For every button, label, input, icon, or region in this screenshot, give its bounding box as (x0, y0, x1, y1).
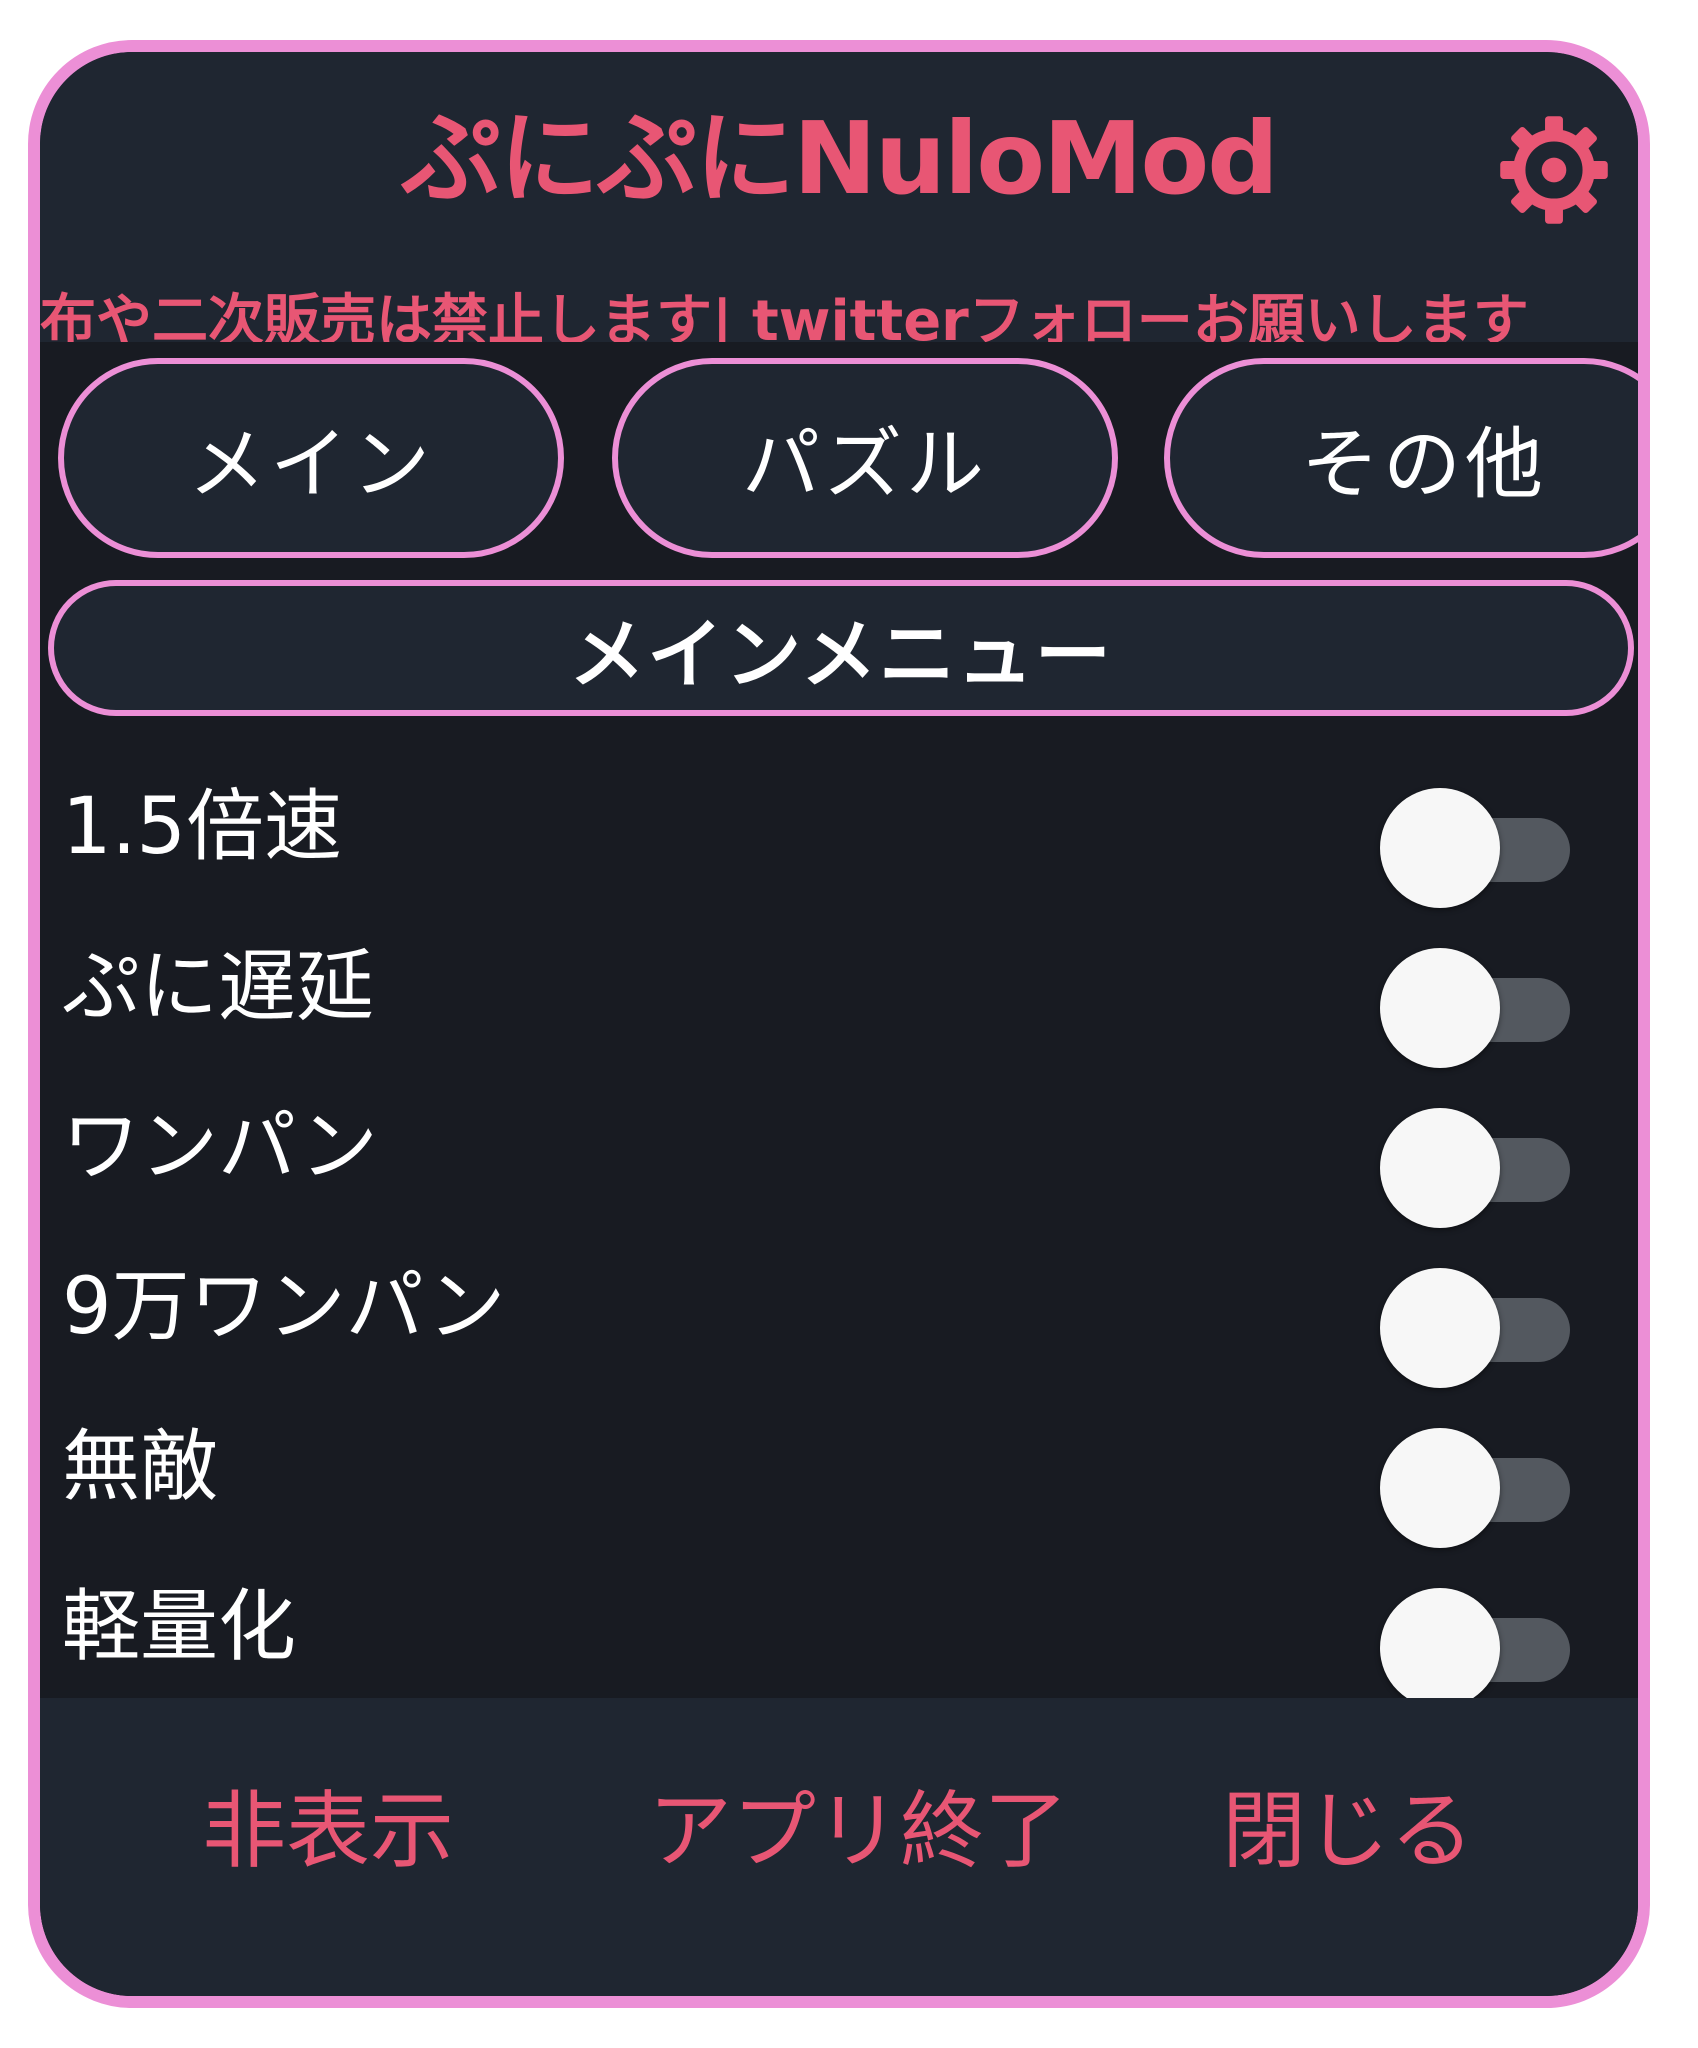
footer-bar: 非表示 アプリ終了 閉じる (40, 1698, 1638, 1996)
quit-app-button[interactable]: アプリ終了 (648, 1776, 1068, 1886)
toggle-label: 1.5倍速 (62, 782, 343, 872)
toggle-row-speed: 1.5倍速 (40, 742, 1638, 908)
toggle-row-invincible: 無敵 (40, 1382, 1638, 1548)
toggle-row-one-punch: ワンパン (40, 1062, 1638, 1228)
switch-knob (1380, 1108, 1500, 1228)
switch-knob (1380, 948, 1500, 1068)
close-button[interactable]: 閉じる (1222, 1776, 1474, 1886)
tab-puzzle[interactable]: パズル (612, 358, 1118, 558)
gear-icon[interactable] (1498, 114, 1610, 226)
tab-other[interactable]: その他 (1164, 358, 1638, 558)
toggle-row-lightweight: 軽量化 (40, 1542, 1638, 1708)
tab-bar: メイン パズル その他 (40, 342, 1638, 592)
section-title: メインメニュー (48, 580, 1634, 716)
invincible-switch[interactable] (1380, 1422, 1570, 1548)
toggle-label: 9万ワンパン (62, 1262, 506, 1352)
toggle-row-puni-delay: ぷに遅延 (40, 902, 1638, 1068)
speed-switch[interactable] (1380, 782, 1570, 908)
puni-delay-switch[interactable] (1380, 942, 1570, 1068)
mod-menu-window: ぷにぷにNuloMod 配布や二次販売は禁止します| twitterフォローお願… (28, 40, 1650, 2008)
switch-knob (1380, 788, 1500, 908)
switch-knob (1380, 1428, 1500, 1548)
90k-one-punch-switch[interactable] (1380, 1262, 1570, 1388)
switch-knob (1380, 1588, 1500, 1708)
toggle-row-90k-one-punch: 9万ワンパン (40, 1222, 1638, 1388)
toggle-label: 無敵 (62, 1422, 219, 1512)
toggle-label: 軽量化 (62, 1582, 297, 1672)
menu-header: ぷにぷにNuloMod 配布や二次販売は禁止します| twitterフォローお願… (40, 52, 1638, 354)
lightweight-switch[interactable] (1380, 1582, 1570, 1708)
hide-button[interactable]: 非表示 (202, 1776, 454, 1886)
toggle-label: ワンパン (62, 1102, 378, 1192)
toggle-label: ぷに遅延 (62, 942, 375, 1032)
app-title: ぷにぷにNuloMod (401, 100, 1279, 217)
tab-main[interactable]: メイン (58, 358, 564, 558)
one-punch-switch[interactable] (1380, 1102, 1570, 1228)
switch-knob (1380, 1268, 1500, 1388)
